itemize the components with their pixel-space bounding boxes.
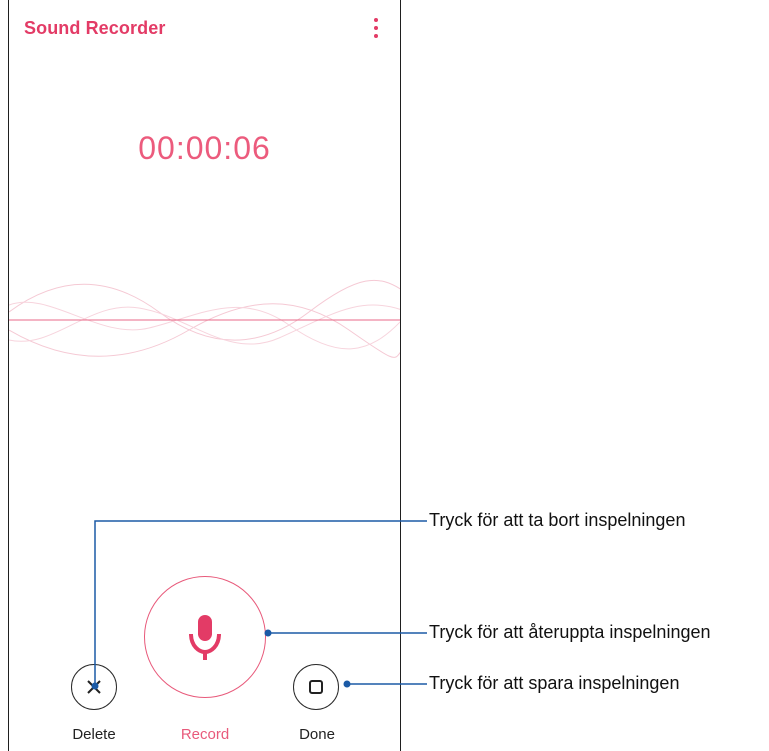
callout-delete: Tryck för att ta bort inspelningen — [429, 510, 686, 530]
done-label: Done — [299, 726, 335, 743]
done-control[interactable] — [293, 664, 341, 712]
recording-timer: 00:00:06 — [138, 130, 271, 166]
delete-control[interactable] — [71, 664, 119, 712]
record-label: Record — [180, 726, 230, 743]
waveform — [9, 279, 400, 358]
stop-icon — [309, 680, 323, 694]
phone-screen: Sound Recorder 00:00:06 Delete Record Do… — [8, 0, 401, 751]
callout-record: Tryck för att återuppta inspelningen — [429, 622, 711, 642]
app-title: Sound Recorder — [24, 18, 166, 38]
record-button[interactable] — [144, 576, 266, 698]
microphone-icon — [189, 615, 221, 660]
callout-done: Tryck för att spara inspelningen — [429, 673, 680, 693]
done-button[interactable] — [293, 664, 339, 710]
close-icon — [87, 680, 101, 694]
more-vert-icon[interactable] — [372, 18, 380, 38]
delete-button[interactable] — [71, 664, 117, 710]
delete-label: Delete — [72, 726, 116, 743]
